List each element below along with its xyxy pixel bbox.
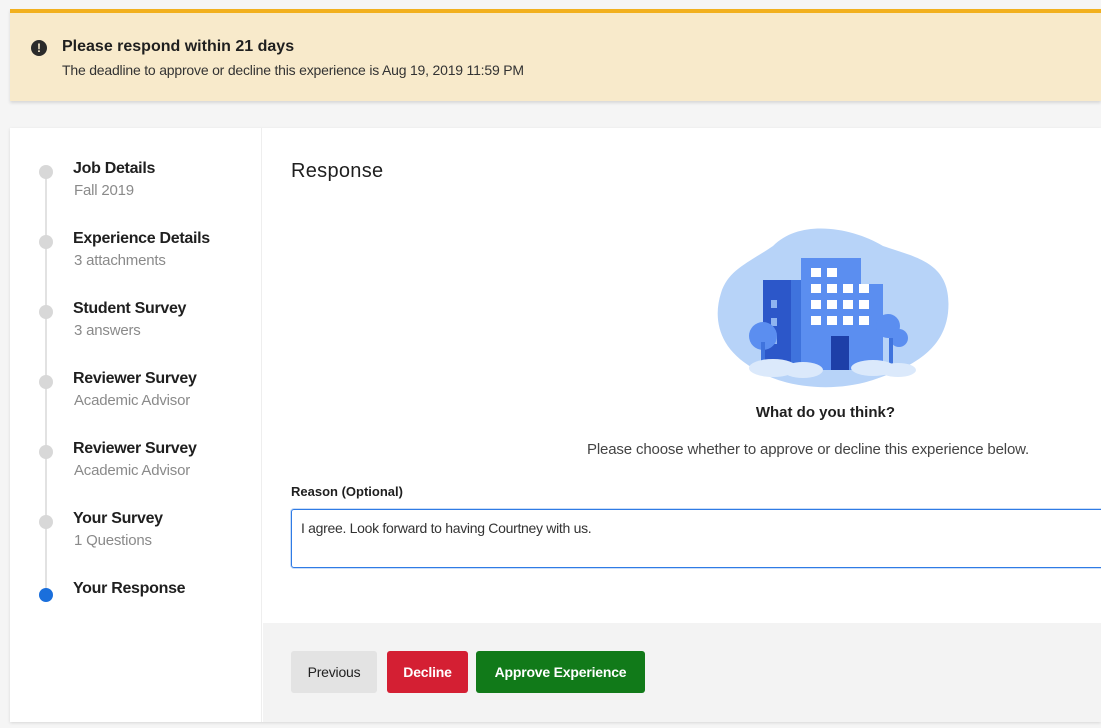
step-your-survey[interactable]: Your Survey 1 Questions — [10, 508, 262, 558]
alert-title: Please respond within 21 days — [62, 38, 295, 55]
deadline-alert: ! Please respond within 21 days The dead… — [10, 9, 1101, 101]
step-title: Your Response — [73, 580, 186, 597]
step-dot — [39, 235, 53, 249]
exclamation-icon: ! — [31, 40, 47, 56]
step-dot — [39, 445, 53, 459]
step-title: Your Survey — [73, 510, 163, 527]
step-subtitle: Academic Advisor — [74, 462, 191, 479]
step-dot — [39, 515, 53, 529]
step-title: Student Survey — [73, 300, 187, 317]
step-subtitle: 3 answers — [74, 322, 141, 339]
step-job-details[interactable]: Job Details Fall 2019 — [10, 158, 262, 208]
reason-input[interactable]: I agree. Look forward to having Courtney… — [291, 509, 1101, 568]
step-title: Job Details — [73, 160, 156, 177]
alert-message: The deadline to approve or decline this … — [62, 62, 524, 78]
step-reviewer-survey-2[interactable]: Reviewer Survey Academic Advisor — [10, 438, 262, 488]
step-dot — [39, 305, 53, 319]
page-title: Response — [291, 160, 384, 182]
step-student-survey[interactable]: Student Survey 3 answers — [10, 298, 262, 348]
steps-sidebar: Job Details Fall 2019 Experience Details… — [10, 128, 262, 722]
step-subtitle: 1 Questions — [74, 532, 152, 549]
step-title: Reviewer Survey — [73, 370, 197, 387]
step-subtitle: Fall 2019 — [74, 182, 134, 199]
step-dot — [39, 165, 53, 179]
step-subtitle: Academic Advisor — [74, 392, 191, 409]
step-your-response[interactable]: Your Response — [10, 578, 262, 628]
office-building-illustration — [717, 228, 949, 388]
step-title: Reviewer Survey — [73, 440, 197, 457]
reason-label: Reason (Optional) — [291, 484, 403, 499]
step-dot — [39, 375, 53, 389]
step-experience-details[interactable]: Experience Details 3 attachments — [10, 228, 262, 278]
instruction-text: Please choose whether to approve or decl… — [587, 441, 1030, 458]
decline-button[interactable]: Decline — [387, 651, 468, 693]
question-heading: What do you think? — [755, 404, 895, 421]
action-footer: Previous Decline Approve Experience — [263, 623, 1101, 722]
previous-button[interactable]: Previous — [291, 651, 377, 693]
step-title: Experience Details — [73, 230, 210, 247]
approve-experience-button[interactable]: Approve Experience — [476, 651, 645, 693]
step-dot-active — [39, 588, 53, 602]
response-panel: Response What do you think? Please choos… — [263, 128, 1101, 722]
response-card: Job Details Fall 2019 Experience Details… — [10, 128, 1101, 722]
step-reviewer-survey-1[interactable]: Reviewer Survey Academic Advisor — [10, 368, 262, 418]
step-subtitle: 3 attachments — [74, 252, 166, 269]
